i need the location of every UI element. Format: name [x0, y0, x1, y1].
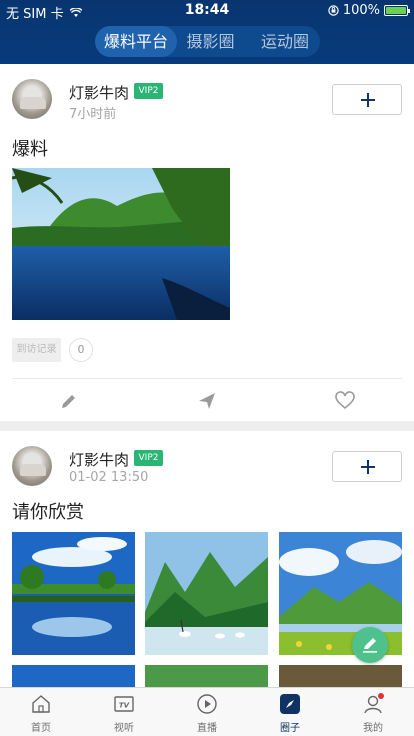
compose-button[interactable] [352, 627, 388, 663]
visit-record-button[interactable]: 到访记录 [12, 338, 61, 362]
top-tab-switcher: 爆料平台 摄影圈 运动圈 [95, 26, 320, 57]
post-photo[interactable] [145, 532, 268, 655]
post-photo[interactable] [12, 168, 230, 320]
notification-dot [378, 693, 384, 699]
orientation-lock-icon [328, 5, 339, 16]
heart-icon[interactable] [334, 390, 356, 412]
post-photo[interactable] [145, 665, 268, 687]
reflection-lake-image [12, 532, 135, 655]
mountain-cranes-image [145, 532, 268, 655]
tv-icon: TV [114, 696, 134, 712]
app-screen: 无 SIM 卡 18:44 100% 爆料平台 摄影圈 运动圈 灯影牛肉 VIP… [0, 0, 414, 736]
lake-landscape-image [12, 168, 230, 320]
svg-text:TV: TV [119, 702, 130, 710]
send-icon[interactable] [196, 390, 218, 412]
post-photo[interactable] [12, 665, 135, 687]
tab-label: 我的 [363, 723, 383, 734]
post-photo[interactable] [279, 665, 402, 687]
play-icon [197, 694, 217, 714]
divider [12, 378, 402, 379]
vip-badge: VIP2 [134, 83, 163, 99]
compose-icon [363, 638, 377, 653]
tab-photography-circle[interactable]: 摄影圈 [177, 26, 244, 57]
battery-percent: 100% [342, 3, 380, 18]
tab-media[interactable]: TV 视听 [83, 688, 165, 736]
avatar[interactable] [12, 446, 52, 486]
battery-icon [384, 5, 410, 16]
visit-count: 0 [69, 338, 93, 362]
avatar[interactable] [12, 79, 52, 119]
post-time: 01-02 13:50 [69, 470, 149, 485]
tab-label: 首页 [31, 723, 51, 734]
post-photo[interactable] [12, 532, 135, 655]
pencil-icon[interactable] [58, 390, 80, 412]
status-bar: 无 SIM 卡 18:44 100% [0, 0, 414, 22]
top-bar: 无 SIM 卡 18:44 100% 爆料平台 摄影圈 运动圈 [0, 0, 414, 64]
post-card: 灯影牛肉 VIP2 7小时前 爆料 到访记录 0 [0, 64, 414, 421]
bottom-tab-bar: 首页 TV 视听 直播 圈子 我的 [0, 687, 414, 736]
tab-circle[interactable]: 圈子 [249, 688, 331, 736]
post-title: 请你欣赏 [12, 502, 84, 523]
tab-baoliao-platform[interactable]: 爆料平台 [95, 26, 177, 57]
battery-level [386, 7, 406, 14]
compass-icon [280, 694, 300, 714]
tab-live[interactable]: 直播 [166, 688, 248, 736]
follow-button[interactable] [332, 451, 402, 482]
tab-home[interactable]: 首页 [0, 688, 82, 736]
tab-profile[interactable]: 我的 [332, 688, 414, 736]
status-right: 100% [328, 3, 410, 18]
post-title: 爆料 [12, 139, 48, 160]
tab-label: 圈子 [280, 723, 300, 734]
home-icon [32, 695, 50, 713]
post-username[interactable]: 灯影牛肉 [69, 82, 129, 103]
post-time: 7小时前 [69, 107, 117, 122]
post-username[interactable]: 灯影牛肉 [69, 449, 129, 470]
tab-label: 视听 [114, 723, 134, 734]
vip-badge: VIP2 [134, 450, 163, 466]
follow-button[interactable] [332, 84, 402, 115]
tab-sports-circle[interactable]: 运动圈 [250, 26, 320, 57]
tab-label: 直播 [197, 723, 217, 734]
post-feed[interactable]: 灯影牛肉 VIP2 7小时前 爆料 到访记录 0 灯影牛肉 VIP2 01-02… [0, 64, 414, 687]
